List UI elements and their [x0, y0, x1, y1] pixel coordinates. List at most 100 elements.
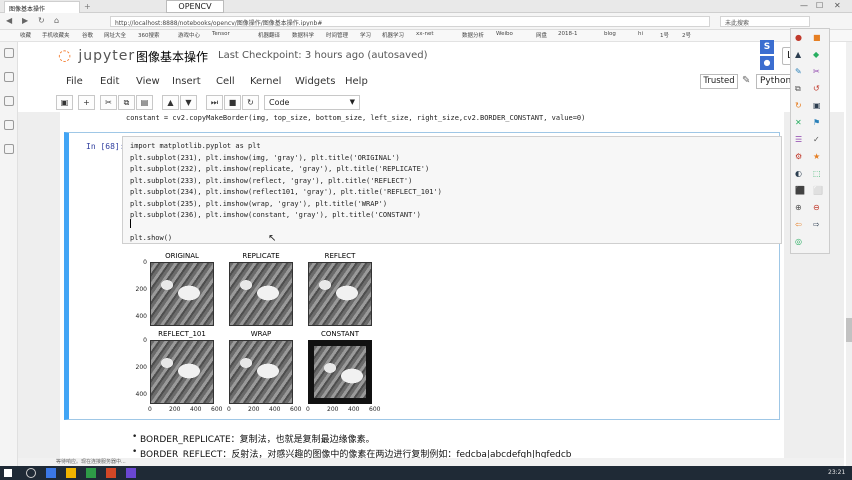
annotation-tool-icon[interactable]: ▣: [813, 101, 821, 110]
sidebar-icon-2[interactable]: [4, 72, 14, 82]
bookmark-item[interactable]: 机器学习: [382, 31, 404, 39]
menu-item-view[interactable]: View: [136, 76, 160, 87]
bookmark-item[interactable]: Tensor: [212, 31, 230, 37]
taskbar-app-icon[interactable]: [126, 468, 136, 478]
bookmark-item[interactable]: 数据分析: [462, 31, 484, 39]
scrollbar-track[interactable]: [846, 42, 852, 466]
annotation-tool-icon[interactable]: ✎: [795, 67, 802, 76]
annotation-tool-icon[interactable]: ✕: [795, 118, 802, 127]
bookmark-item[interactable]: Weibo: [496, 31, 513, 37]
save-icon[interactable]: ▣: [56, 95, 73, 110]
bookmark-item[interactable]: 2号: [682, 31, 691, 39]
annotation-tool-icon[interactable]: ⊖: [813, 203, 820, 212]
annotation-tool-icon[interactable]: ✓: [813, 135, 820, 144]
code-line[interactable]: plt.subplot(235), plt.imshow(wrap, 'gray…: [130, 200, 387, 208]
sidebar-icon-1[interactable]: [4, 48, 14, 58]
restart-icon[interactable]: ↻: [242, 95, 259, 110]
annotation-tool-icon[interactable]: ★: [813, 152, 820, 161]
windows-start-icon[interactable]: [4, 469, 12, 477]
refresh-icon[interactable]: ↻: [38, 16, 45, 25]
menu-item-file[interactable]: File: [66, 76, 83, 87]
run-icon[interactable]: ⏭: [206, 95, 223, 110]
browser-tab[interactable]: 图像基本操作: [4, 1, 80, 13]
jupyter-logo[interactable]: ◌ jupyter: [58, 46, 135, 64]
menu-item-widgets[interactable]: Widgets: [295, 76, 335, 87]
bookmark-item[interactable]: 1号: [660, 31, 669, 39]
bookmark-item[interactable]: 谷歌: [82, 31, 93, 39]
close-icon[interactable]: ✕: [834, 1, 841, 10]
forward-icon[interactable]: ▶: [22, 16, 28, 25]
cut-icon[interactable]: ✂: [100, 95, 117, 110]
code-line[interactable]: plt.subplot(236), plt.imshow(constant, '…: [130, 211, 421, 219]
search-icon[interactable]: [26, 468, 36, 478]
url-input[interactable]: http://localhost:8888/notebooks/opencv/图…: [110, 16, 710, 27]
annotation-tool-icon[interactable]: ■: [813, 33, 821, 42]
bookmark-item[interactable]: 机器翻译: [258, 31, 280, 39]
minimize-icon[interactable]: —: [800, 1, 808, 10]
annotation-tool-icon[interactable]: ◎: [795, 237, 802, 246]
clock[interactable]: 23:21: [828, 469, 845, 476]
copy-icon[interactable]: ⧉: [118, 95, 135, 110]
arrow-down-icon[interactable]: ▼: [180, 95, 197, 110]
tool-icon-2[interactable]: ●: [760, 56, 774, 70]
code-line[interactable]: import matplotlib.pyplot as plt: [130, 142, 261, 150]
bookmark-item[interactable]: 时间管理: [326, 31, 348, 39]
annotation-tool-icon[interactable]: ⚑: [813, 118, 820, 127]
home-icon[interactable]: ⌂: [54, 16, 59, 25]
taskbar-app-icon[interactable]: [46, 468, 56, 478]
code-line[interactable]: plt.subplot(233), plt.imshow(reflect, 'g…: [130, 177, 412, 185]
bookmark-item[interactable]: 网盘: [536, 31, 547, 39]
code-line[interactable]: plt.subplot(234), plt.imshow(reflect101,…: [130, 188, 442, 196]
stop-icon[interactable]: ■: [224, 95, 241, 110]
code-line[interactable]: plt.show(): [130, 234, 172, 242]
annotation-tool-icon[interactable]: ⧉: [795, 84, 801, 94]
plus-icon[interactable]: +: [78, 95, 95, 110]
cell-type-select[interactable]: Code ▼: [264, 95, 360, 110]
annotation-tool-icon[interactable]: ↺: [813, 84, 820, 93]
tool-icon[interactable]: S: [760, 40, 774, 54]
annotation-tool-icon[interactable]: ⬚: [813, 169, 821, 178]
bookmark-item[interactable]: 游戏中心: [178, 31, 200, 39]
code-line[interactable]: plt.subplot(232), plt.imshow(replicate, …: [130, 165, 429, 173]
menu-item-kernel[interactable]: Kernel: [250, 76, 281, 87]
notebook-title[interactable]: 图像基本操作: [136, 48, 208, 65]
bookmark-item[interactable]: 360搜索: [138, 31, 160, 39]
bookmark-item[interactable]: 网址大全: [104, 31, 126, 39]
taskbar-app-icon[interactable]: [106, 468, 116, 478]
maximize-icon[interactable]: ☐: [816, 1, 823, 10]
scrollbar-thumb[interactable]: [846, 318, 852, 342]
annotation-tool-icon[interactable]: ⬛: [795, 186, 805, 195]
code-line[interactable]: plt.subplot(231), plt.imshow(img, 'gray'…: [130, 154, 400, 162]
arrow-up-icon[interactable]: ▲: [162, 95, 179, 110]
bookmark-item[interactable]: hi: [638, 31, 643, 37]
annotation-tool-icon[interactable]: ⬜: [813, 186, 823, 195]
bookmark-item[interactable]: blog: [604, 31, 616, 37]
bookmark-item[interactable]: 手机收藏夹: [42, 31, 70, 39]
folder-icon[interactable]: [66, 468, 76, 478]
bookmark-item[interactable]: 收藏: [20, 31, 31, 39]
sidebar-icon-3[interactable]: [4, 96, 14, 106]
new-tab-icon[interactable]: +: [84, 2, 91, 11]
annotation-tool-icon[interactable]: ◐: [795, 169, 802, 178]
sidebar-icon-4[interactable]: [4, 120, 14, 130]
annotation-tool-icon[interactable]: ⊕: [795, 203, 802, 212]
taskbar-app-icon[interactable]: [86, 468, 96, 478]
edit-pencil-icon[interactable]: ✎: [742, 75, 750, 86]
annotation-tool-icon[interactable]: ◆: [813, 50, 819, 59]
bookmark-item[interactable]: xx-net: [416, 31, 434, 37]
back-icon[interactable]: ◀: [6, 16, 12, 25]
paste-icon[interactable]: ▤: [136, 95, 153, 110]
bookmark-item[interactable]: 2018-1: [558, 31, 577, 37]
annotation-tool-icon[interactable]: ⇦: [795, 220, 802, 229]
menu-item-edit[interactable]: Edit: [100, 76, 119, 87]
annotation-tool-icon[interactable]: ▲: [795, 50, 801, 59]
sidebar-icon-5[interactable]: [4, 144, 14, 154]
annotation-tool-icon[interactable]: ↻: [795, 101, 802, 110]
annotation-tool-icon[interactable]: ⚙: [795, 152, 802, 161]
trusted-indicator[interactable]: Trusted: [700, 74, 738, 89]
annotation-tool-icon[interactable]: ●: [795, 33, 802, 42]
menu-item-insert[interactable]: Insert: [172, 76, 201, 87]
annotation-tool-icon[interactable]: ☰: [795, 135, 802, 144]
annotation-tool-icon[interactable]: ⇨: [813, 220, 820, 229]
annotation-tool-icon[interactable]: ✂: [813, 67, 820, 76]
